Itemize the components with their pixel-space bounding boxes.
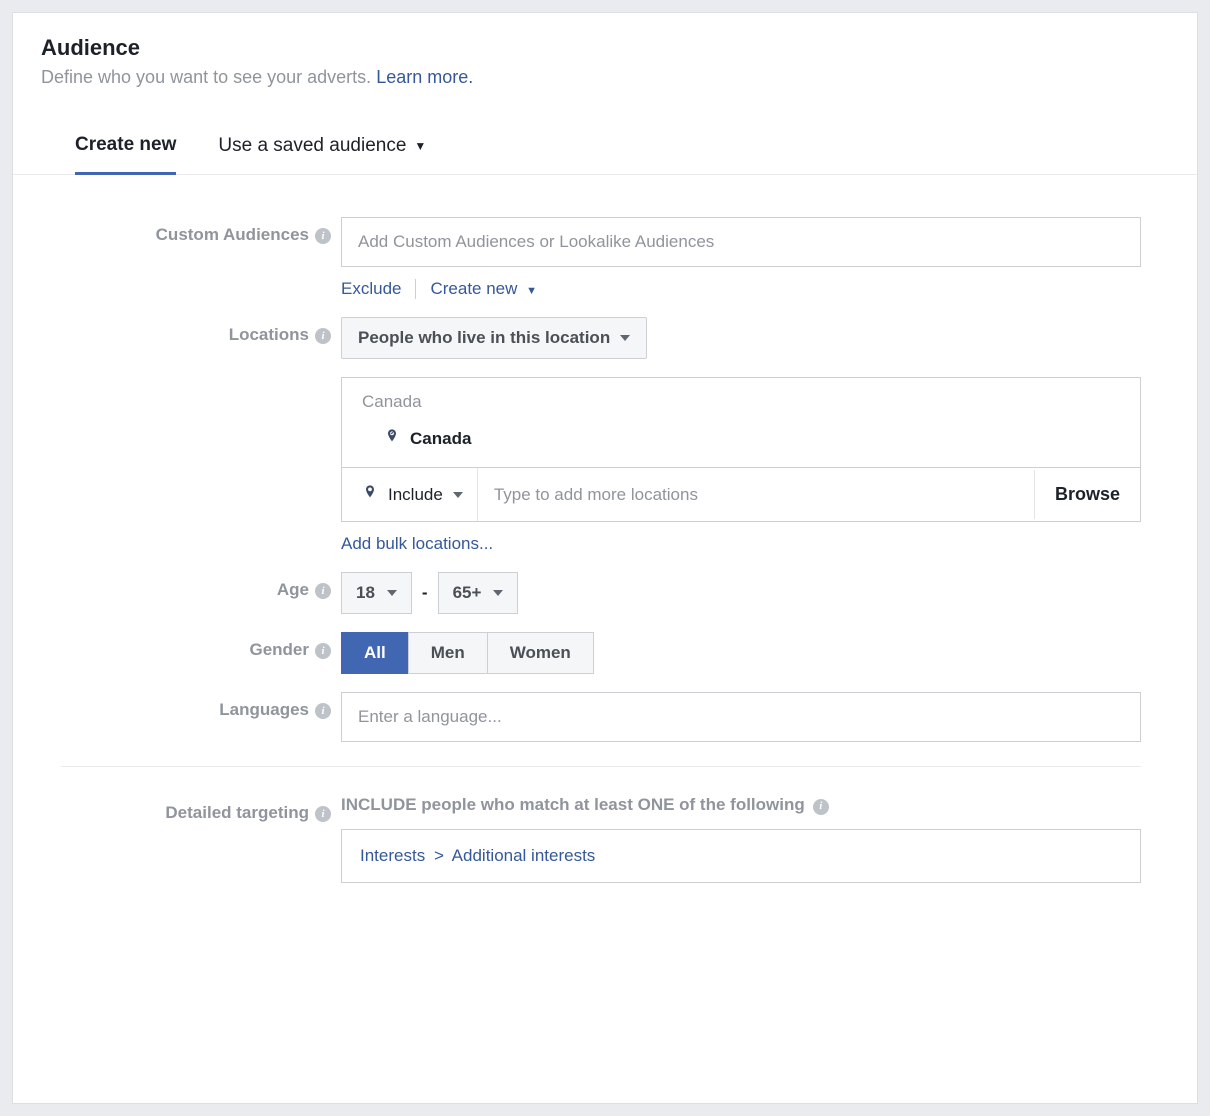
add-bulk-locations-link[interactable]: Add bulk locations... — [341, 534, 493, 554]
audience-tabs: Create new Use a saved audience ▼ — [13, 94, 1197, 175]
custom-audiences-sublinks: Exclude Create new ▼ — [341, 279, 1141, 299]
audience-panel: Audience Define who you want to see your… — [12, 12, 1198, 1104]
age-dash: - — [422, 583, 428, 603]
breadcrumb-separator: > — [434, 846, 444, 865]
map-pin-icon — [362, 482, 378, 507]
exclude-link[interactable]: Exclude — [341, 279, 401, 299]
info-icon[interactable]: i — [315, 228, 331, 244]
browse-button[interactable]: Browse — [1034, 470, 1140, 519]
panel-header: Audience Define who you want to see your… — [13, 13, 1197, 94]
breadcrumb-interests[interactable]: Interests — [360, 846, 425, 865]
label-age: Age i — [13, 572, 341, 614]
location-mode-label: People who live in this location — [358, 328, 610, 348]
label-locations-text: Locations — [229, 325, 309, 345]
caret-down-icon: ▼ — [414, 139, 426, 153]
info-icon[interactable]: i — [315, 328, 331, 344]
caret-down-icon — [387, 590, 397, 596]
label-detailed-targeting-text: Detailed targeting — [165, 803, 309, 823]
age-min-dropdown[interactable]: 18 — [341, 572, 412, 614]
page-title: Audience — [41, 35, 1169, 61]
location-mode-dropdown[interactable]: People who live in this location — [341, 317, 647, 359]
tab-use-saved-label: Use a saved audience — [218, 135, 406, 157]
row-locations: Locations i People who live in this loca… — [13, 317, 1141, 554]
label-custom-audiences: Custom Audiences i — [13, 217, 341, 299]
info-icon[interactable]: i — [315, 583, 331, 599]
gender-all-button[interactable]: All — [341, 632, 409, 674]
divider — [415, 279, 416, 299]
field-age: 18 - 65+ — [341, 572, 1141, 614]
caret-down-icon — [453, 492, 463, 498]
section-divider — [61, 766, 1141, 767]
learn-more-link[interactable]: Learn more. — [376, 67, 473, 87]
age-min-value: 18 — [356, 583, 375, 603]
tab-create-new-label: Create new — [75, 134, 176, 156]
row-age: Age i 18 - 65+ — [13, 572, 1141, 614]
label-detailed-targeting: Detailed targeting i — [13, 795, 341, 883]
field-custom-audiences: Exclude Create new ▼ — [341, 217, 1141, 299]
gender-women-button[interactable]: Women — [487, 632, 594, 674]
label-languages: Languages i — [13, 692, 341, 742]
field-detailed-targeting: INCLUDE people who match at least ONE of… — [341, 795, 1141, 883]
age-max-value: 65+ — [453, 583, 482, 603]
location-input-row: Include Browse — [342, 467, 1140, 521]
include-dropdown[interactable]: Include — [342, 468, 478, 521]
location-group-header: Canada — [342, 378, 1140, 420]
row-languages: Languages i — [13, 692, 1141, 742]
languages-input[interactable] — [341, 692, 1141, 742]
gender-toggle-group: All Men Women — [341, 632, 1141, 674]
subtitle-text: Define who you want to see your adverts. — [41, 67, 376, 87]
label-locations: Locations i — [13, 317, 341, 554]
field-languages — [341, 692, 1141, 742]
detailed-include-heading-text: INCLUDE people who match at least ONE of… — [341, 795, 805, 815]
info-icon[interactable]: i — [315, 806, 331, 822]
detailed-targeting-box: Interests > Additional interests — [341, 829, 1141, 883]
field-locations: People who live in this location Canada … — [341, 317, 1141, 554]
detailed-breadcrumb: Interests > Additional interests — [360, 846, 1122, 866]
tab-use-saved[interactable]: Use a saved audience ▼ — [218, 134, 426, 174]
gender-men-button[interactable]: Men — [408, 632, 488, 674]
locations-box: Canada Canada Include — [341, 377, 1141, 522]
create-new-audience-label: Create new — [430, 279, 517, 298]
location-search-input[interactable] — [478, 471, 1034, 519]
page-subtitle: Define who you want to see your adverts.… — [41, 67, 1169, 88]
caret-down-icon: ▼ — [526, 285, 537, 297]
form-body: Custom Audiences i Exclude Create new ▼ … — [13, 175, 1197, 883]
info-icon[interactable]: i — [813, 799, 829, 815]
custom-audiences-input[interactable] — [341, 217, 1141, 267]
include-label: Include — [388, 485, 443, 505]
label-custom-audiences-text: Custom Audiences — [156, 225, 309, 245]
tab-create-new[interactable]: Create new — [75, 134, 176, 175]
label-languages-text: Languages — [219, 700, 309, 720]
label-gender-text: Gender — [249, 640, 309, 660]
field-gender: All Men Women — [341, 632, 1141, 674]
label-age-text: Age — [277, 580, 309, 600]
age-max-dropdown[interactable]: 65+ — [438, 572, 519, 614]
caret-down-icon — [620, 335, 630, 341]
label-gender: Gender i — [13, 632, 341, 674]
row-gender: Gender i All Men Women — [13, 632, 1141, 674]
row-custom-audiences: Custom Audiences i Exclude Create new ▼ — [13, 217, 1141, 299]
location-item[interactable]: Canada — [342, 420, 1140, 467]
info-icon[interactable]: i — [315, 643, 331, 659]
map-pin-icon — [384, 426, 400, 451]
detailed-include-heading: INCLUDE people who match at least ONE of… — [341, 795, 1141, 815]
location-item-name: Canada — [410, 429, 471, 449]
info-icon[interactable]: i — [315, 703, 331, 719]
caret-down-icon — [493, 590, 503, 596]
breadcrumb-additional-interests[interactable]: Additional interests — [452, 846, 596, 865]
create-new-audience-link[interactable]: Create new ▼ — [430, 279, 537, 299]
row-detailed-targeting: Detailed targeting i INCLUDE people who … — [13, 795, 1141, 883]
